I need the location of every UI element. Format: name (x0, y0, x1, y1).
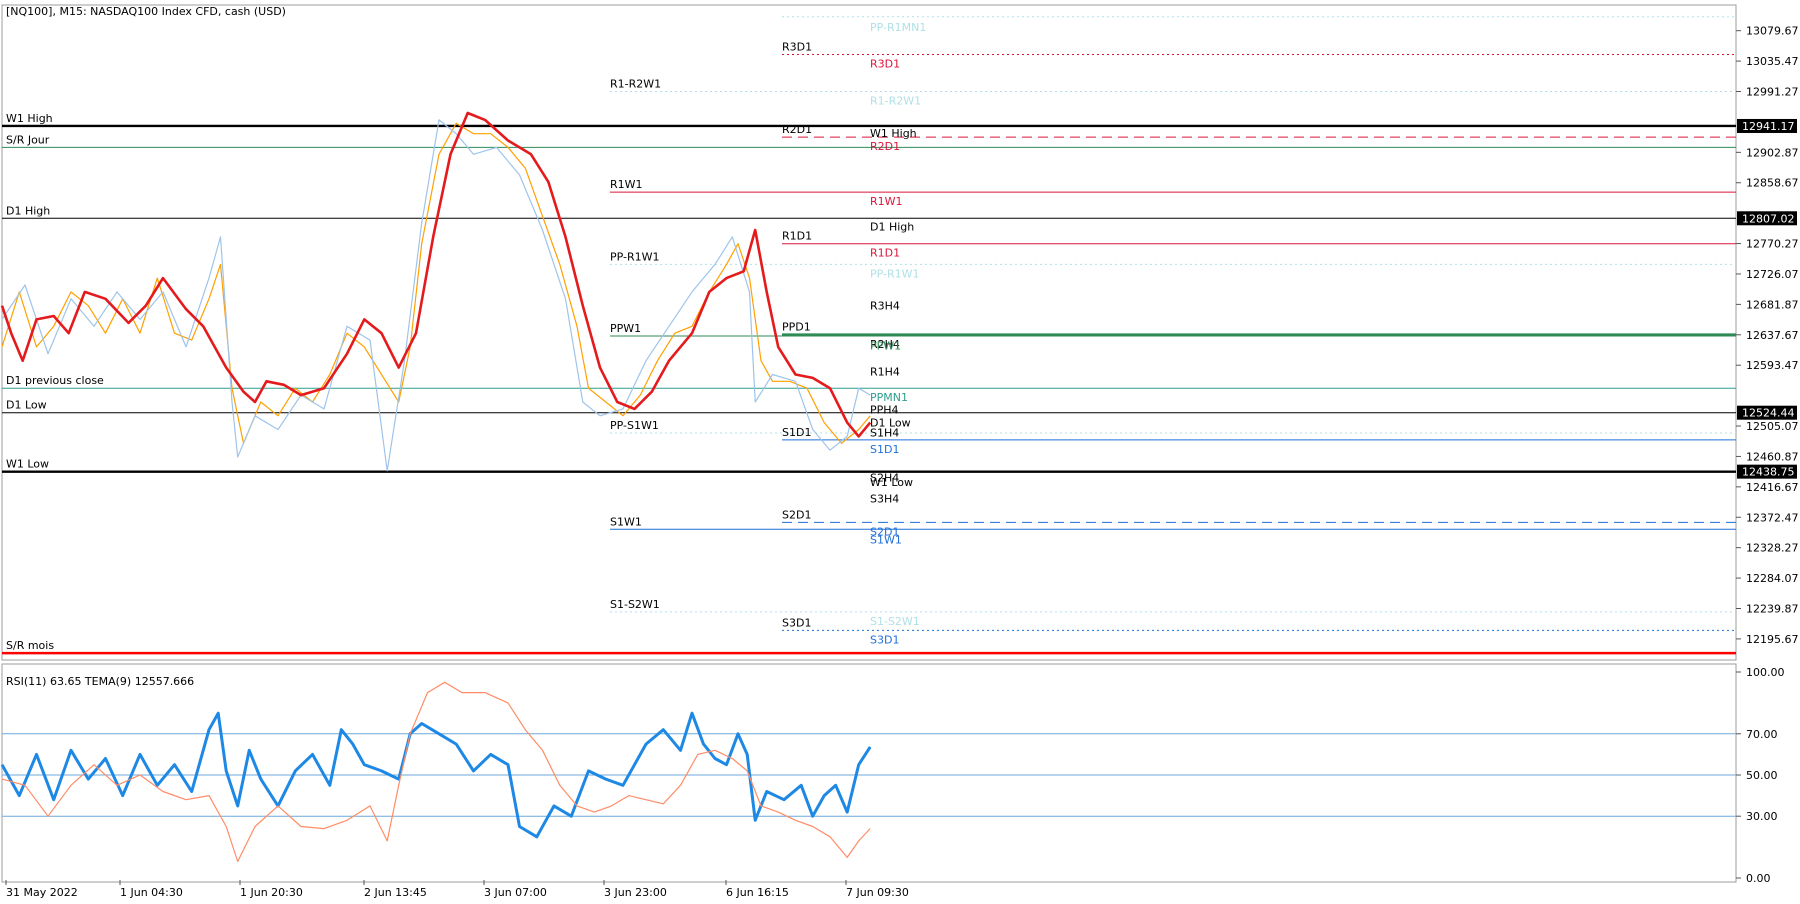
right-label-r1h4: R1H4 (870, 366, 900, 379)
y-tick-label: 13079.67 (1746, 25, 1799, 38)
rsi-y-tick-label: 50.00 (1746, 769, 1778, 782)
rsi-label: RSI(11) 63.65 TEMA(9) 12557.666 (6, 675, 194, 688)
y-tick-label: 13035.47 (1746, 55, 1799, 68)
right-label-d1-high: D1 High (870, 221, 914, 234)
right-label-r1w1: R1W1 (870, 195, 903, 208)
price-tag-label: 12807.02 (1742, 212, 1795, 225)
rsi-y-tick-label: 100.00 (1746, 666, 1785, 679)
right-label-s3d1: S3D1 (870, 633, 899, 646)
level-label-s3d1: S3D1 (782, 616, 811, 629)
y-tick-label: 12902.87 (1746, 146, 1799, 159)
rsi-y-tick-label: 70.00 (1746, 728, 1778, 741)
level-label-d1-previous-close: D1 previous close (6, 374, 104, 387)
right-label-pp-r1mn1: PP-R1MN1 (870, 21, 926, 34)
price-tag-label: 12438.75 (1742, 466, 1795, 479)
right-label-s1d1: S1D1 (870, 443, 899, 456)
price-tag-label: 12941.17 (1742, 120, 1795, 133)
y-tick-label: 12328.27 (1746, 542, 1799, 555)
level-label-ppw1: PPW1 (610, 322, 641, 335)
right-label-w1-low: W1 Low (870, 476, 913, 489)
x-tick-label: 3 Jun 07:00 (484, 886, 547, 899)
level-label-r1d1: R1D1 (782, 230, 812, 243)
right-label-s1w1: S1W1 (870, 534, 902, 547)
right-label-s1h4: S1H4 (870, 426, 899, 439)
level-label-d1-high: D1 High (6, 204, 50, 217)
x-tick-label: 6 Jun 16:15 (726, 886, 789, 899)
y-tick-label: 12284.07 (1746, 572, 1799, 585)
right-label-pp-r1w1: PP-R1W1 (870, 267, 920, 280)
level-label-r3d1: R3D1 (782, 41, 812, 54)
y-tick-label: 12505.07 (1746, 420, 1799, 433)
y-tick-label: 12726.07 (1746, 268, 1799, 281)
right-label-r1d1: R1D1 (870, 247, 900, 260)
y-tick-label: 12460.87 (1746, 450, 1799, 463)
chart-svg: W1 High S/R Jour D1 High D1 previous close D… (0, 0, 1800, 900)
level-label-s1-s2w1: S1-S2W1 (610, 598, 660, 611)
chart-root: W1 High S/R Jour D1 High D1 previous close D… (0, 0, 1800, 900)
y-tick-label: 12858.67 (1746, 177, 1799, 190)
chart-title: [NQ100], M15: NASDAQ100 Index CFD, cash … (6, 5, 286, 18)
rsi-y-tick-label: 30.00 (1746, 810, 1778, 823)
right-label-ppw1: PPW1 (870, 340, 901, 353)
x-tick-label: 3 Jun 23:00 (604, 886, 667, 899)
x-tick-label: 7 Jun 09:30 (846, 886, 909, 899)
level-label-s-r-mois: S/R mois (6, 639, 54, 652)
level-label-r1-r2w1: R1-R2W1 (610, 78, 661, 91)
level-label-s1w1: S1W1 (610, 515, 642, 528)
y-tick-label: 12416.67 (1746, 481, 1799, 494)
right-label-pph4: PPH4 (870, 404, 899, 417)
level-label-r2d1: R2D1 (782, 123, 812, 136)
right-label-w1-high: W1 High (870, 127, 917, 140)
level-label-w1-low: W1 Low (6, 458, 49, 471)
level-label-d1-low: D1 Low (6, 399, 47, 412)
x-tick-label: 2 Jun 13:45 (364, 886, 427, 899)
level-label-s-r-jour: S/R Jour (6, 133, 50, 146)
y-tick-label: 12239.87 (1746, 602, 1799, 615)
y-tick-label: 12770.27 (1746, 238, 1799, 251)
level-label-s1d1: S1D1 (782, 426, 811, 439)
level-label-s2d1: S2D1 (782, 508, 811, 521)
y-tick-label: 12991.27 (1746, 86, 1799, 99)
x-tick-label: 1 Jun 20:30 (240, 886, 303, 899)
y-tick-label: 12593.47 (1746, 359, 1799, 372)
y-tick-label: 12195.67 (1746, 633, 1799, 646)
right-label-r2d1: R2D1 (870, 140, 900, 153)
right-label-s1-s2w1: S1-S2W1 (870, 615, 920, 628)
y-tick-label: 12637.67 (1746, 329, 1799, 342)
right-label-r1-r2w1: R1-R2W1 (870, 95, 921, 108)
price-tag-label: 12524.44 (1742, 407, 1795, 420)
level-label-ppd1: PPD1 (782, 321, 811, 334)
level-label-r1w1: R1W1 (610, 178, 643, 191)
right-label-ppmn1: PPMN1 (870, 391, 908, 404)
rsi-y-tick-label: 0.00 (1746, 872, 1771, 885)
x-tick-label: 31 May 2022 (6, 886, 78, 899)
level-label-w1-high: W1 High (6, 112, 53, 125)
right-label-r3d1: R3D1 (870, 57, 900, 70)
right-label-s3h4: S3H4 (870, 492, 899, 505)
level-label-pp-r1w1: PP-R1W1 (610, 250, 660, 263)
y-tick-label: 12681.87 (1746, 298, 1799, 311)
right-label-r3h4: R3H4 (870, 300, 900, 313)
level-label-pp-s1w1: PP-S1W1 (610, 419, 659, 432)
x-tick-label: 1 Jun 04:30 (120, 886, 183, 899)
y-tick-label: 12372.47 (1746, 511, 1799, 524)
